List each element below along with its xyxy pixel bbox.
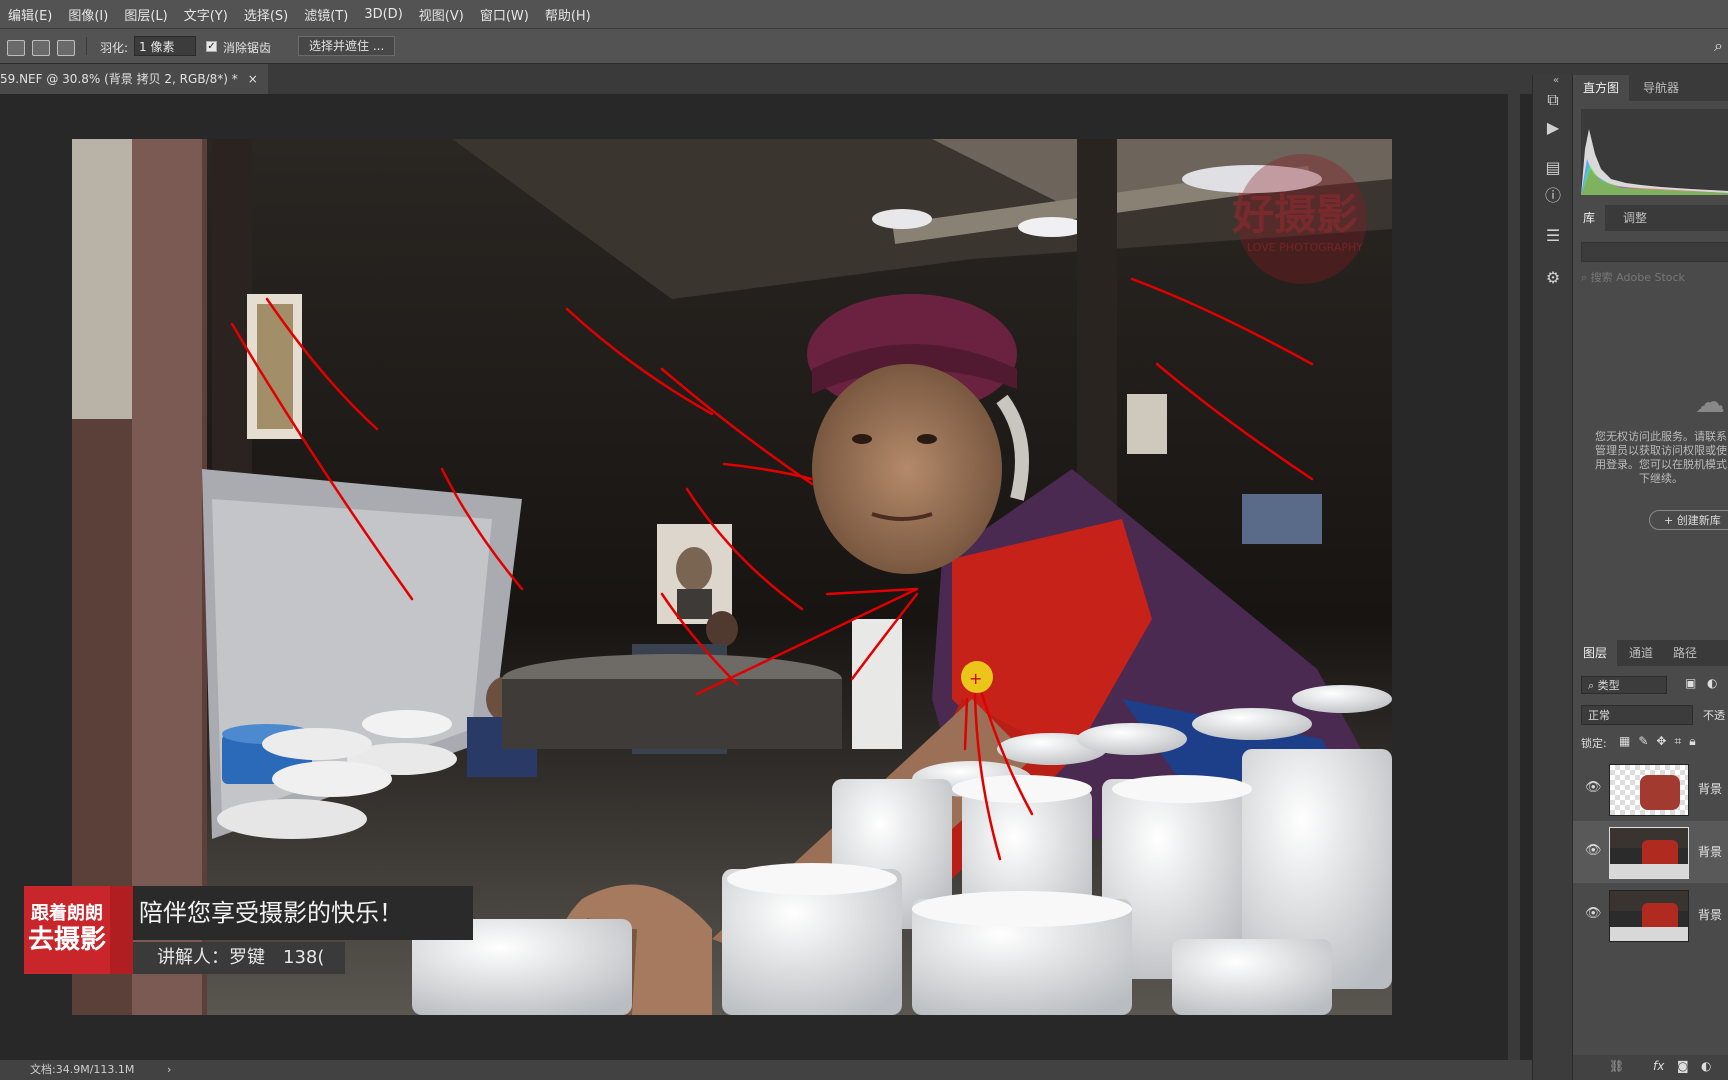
image-filter-icon[interactable]: ▣: [1685, 676, 1696, 690]
histogram-graph: [1581, 109, 1728, 195]
menu-edit[interactable]: 编辑(E): [0, 5, 60, 24]
layer-name[interactable]: 背景: [1698, 906, 1722, 923]
lock-icons[interactable]: ▦✎✥⌗🔒︎: [1619, 734, 1704, 749]
tab-paths[interactable]: 路径: [1663, 640, 1707, 666]
history-icon[interactable]: ⧉: [1541, 89, 1565, 111]
cc-access-message: 您无权访问此服务。请联系管理员以获取访问权限或使用登录。您可以在脱机模式下继续。: [1595, 430, 1727, 485]
mask-icon[interactable]: ◙: [1677, 1059, 1689, 1073]
watermark-subtext: LOVE PHOTOGRAPHY: [1247, 241, 1363, 254]
new-selection-icon[interactable]: [7, 40, 25, 56]
photo-canvas[interactable]: 好摄影 LOVE PHOTOGRAPHY +: [72, 139, 1392, 1015]
create-library-button[interactable]: + 创建新库: [1649, 510, 1728, 530]
tool-presets-icon[interactable]: ⚙: [1541, 267, 1565, 289]
actions-play-icon[interactable]: ▶: [1541, 117, 1565, 139]
status-bar: 文档:34.9M/113.1M ›: [0, 1060, 1728, 1080]
antialias-label: 消除锯齿: [223, 41, 272, 55]
layer-thumbnail: [1609, 890, 1689, 942]
right-panels: 直方图 导航器 库 调整 ⌕ 搜索 Adobe Stock ☁ 您无权访问此服务…: [1572, 75, 1728, 1080]
layer-row-selected[interactable]: 👁︎ 背景: [1573, 821, 1728, 883]
tab-layers[interactable]: 图层: [1573, 640, 1618, 666]
speaker-text: 讲解人：罗键 138(: [133, 942, 345, 974]
lock-label: 锁定:: [1581, 737, 1607, 750]
visibility-eye-icon[interactable]: 👁︎: [1585, 843, 1602, 858]
antialias-checkbox[interactable]: ✓: [206, 41, 217, 52]
brand-accent-bar: [110, 886, 133, 974]
fx-icon[interactable]: fx: [1653, 1059, 1664, 1073]
brand-line2: 去摄影: [27, 925, 106, 955]
menu-view[interactable]: 视图(V): [411, 5, 472, 24]
vertical-scrollbar[interactable]: [1508, 94, 1520, 1060]
opacity-label: 不透: [1703, 709, 1725, 722]
menu-window[interactable]: 窗口(W): [472, 5, 537, 24]
select-and-mask-button[interactable]: 选择并遮住 ...: [298, 36, 396, 56]
menu-help[interactable]: 帮助(H): [537, 5, 599, 24]
tab-channels[interactable]: 通道: [1619, 640, 1663, 666]
feather-label: 羽化:: [100, 41, 129, 55]
cursor-crosshair-icon: +: [969, 669, 982, 688]
status-arrow-icon[interactable]: ›: [167, 1060, 171, 1080]
search-icon: ⌕: [1581, 271, 1591, 284]
menu-type[interactable]: 文字(Y): [176, 5, 236, 24]
layers-tabs: 图层 通道 路径: [1573, 640, 1728, 666]
library-tabs: 库 调整: [1573, 205, 1728, 231]
panel-icon-strip: « ⧉ ▶ ▤ ⓘ ☰ ⚙: [1532, 75, 1573, 1080]
document-size[interactable]: 文档:34.9M/113.1M: [30, 1060, 134, 1080]
paragraph-icon[interactable]: ☰: [1541, 225, 1565, 247]
layers-footer: ⛓ fx ◙ ◐: [1573, 1055, 1728, 1080]
histogram-tabs: 直方图 导航器: [1573, 75, 1728, 101]
slogan-text: 陪伴您享受摄影的快乐！: [133, 886, 473, 940]
search-icon[interactable]: ⌕: [1714, 36, 1723, 56]
collapse-icon[interactable]: «: [1553, 75, 1559, 86]
document-tab-title: 59.NEF @ 30.8% (背景 拷贝 2, RGB/8*) *: [0, 72, 238, 86]
layer-filter-label: 类型: [1597, 679, 1620, 692]
blend-mode-select[interactable]: 正常: [1581, 705, 1693, 725]
visibility-eye-icon[interactable]: 👁︎: [1585, 906, 1602, 921]
brand-logo: 跟着朗朗 去摄影: [24, 886, 110, 974]
layer-name[interactable]: 背景: [1698, 780, 1722, 797]
close-icon[interactable]: ×: [248, 64, 258, 94]
layer-thumbnail: [1609, 827, 1689, 879]
layer-name[interactable]: 背景: [1698, 843, 1722, 860]
divider: [86, 37, 87, 55]
info-icon[interactable]: ⓘ: [1541, 185, 1565, 207]
subtract-selection-icon[interactable]: [57, 40, 75, 56]
menu-filter[interactable]: 滤镜(T): [296, 5, 356, 24]
watermark-text: 好摄影: [1231, 190, 1358, 239]
tab-adjustments[interactable]: 调整: [1613, 205, 1657, 231]
stock-search-input[interactable]: ⌕ 搜索 Adobe Stock: [1581, 268, 1728, 288]
menu-layer[interactable]: 图层(L): [116, 5, 175, 24]
photo-image: 好摄影 LOVE PHOTOGRAPHY +: [72, 139, 1392, 1015]
search-icon: ⌕: [1588, 679, 1598, 692]
menu-bar: 编辑(E) 图像(I) 图层(L) 文字(Y) 选择(S) 滤镜(T) 3D(D…: [0, 0, 1728, 29]
menu-image[interactable]: 图像(I): [60, 5, 116, 24]
properties-icon[interactable]: ▤: [1541, 157, 1565, 179]
stock-search-placeholder: 搜索 Adobe Stock: [1590, 271, 1685, 284]
add-selection-icon[interactable]: [32, 40, 50, 56]
menu-select[interactable]: 选择(S): [236, 5, 296, 24]
visibility-eye-icon[interactable]: 👁︎: [1585, 780, 1602, 795]
tab-histogram[interactable]: 直方图: [1573, 75, 1630, 101]
library-dropdown[interactable]: [1581, 242, 1728, 262]
layer-row[interactable]: 👁︎ 背景: [1573, 884, 1728, 946]
adjustment-layer-icon[interactable]: ◐: [1701, 1059, 1711, 1073]
layer-filter-select[interactable]: ⌕ 类型: [1581, 676, 1667, 694]
layer-row[interactable]: 👁︎ 背景: [1573, 758, 1728, 820]
feather-input[interactable]: 1 像素: [134, 36, 196, 56]
document-tab-row: 59.NEF @ 30.8% (背景 拷贝 2, RGB/8*) * ×: [0, 64, 1728, 94]
tab-libraries[interactable]: 库: [1573, 205, 1606, 231]
brand-line1: 跟着朗朗: [31, 903, 103, 924]
tab-navigator[interactable]: 导航器: [1633, 75, 1689, 101]
layer-thumbnail: [1609, 764, 1689, 816]
creative-cloud-icon: ☁: [1695, 385, 1725, 420]
menu-3d[interactable]: 3D(D): [356, 7, 410, 22]
adjustment-filter-icon[interactable]: ◐: [1707, 676, 1717, 690]
link-icon[interactable]: ⛓: [1609, 1059, 1624, 1073]
options-bar: 羽化: 1 像素 ✓ 消除锯齿 选择并遮住 ... ⌕: [0, 29, 1728, 64]
document-tab[interactable]: 59.NEF @ 30.8% (背景 拷贝 2, RGB/8*) * ×: [0, 64, 268, 94]
